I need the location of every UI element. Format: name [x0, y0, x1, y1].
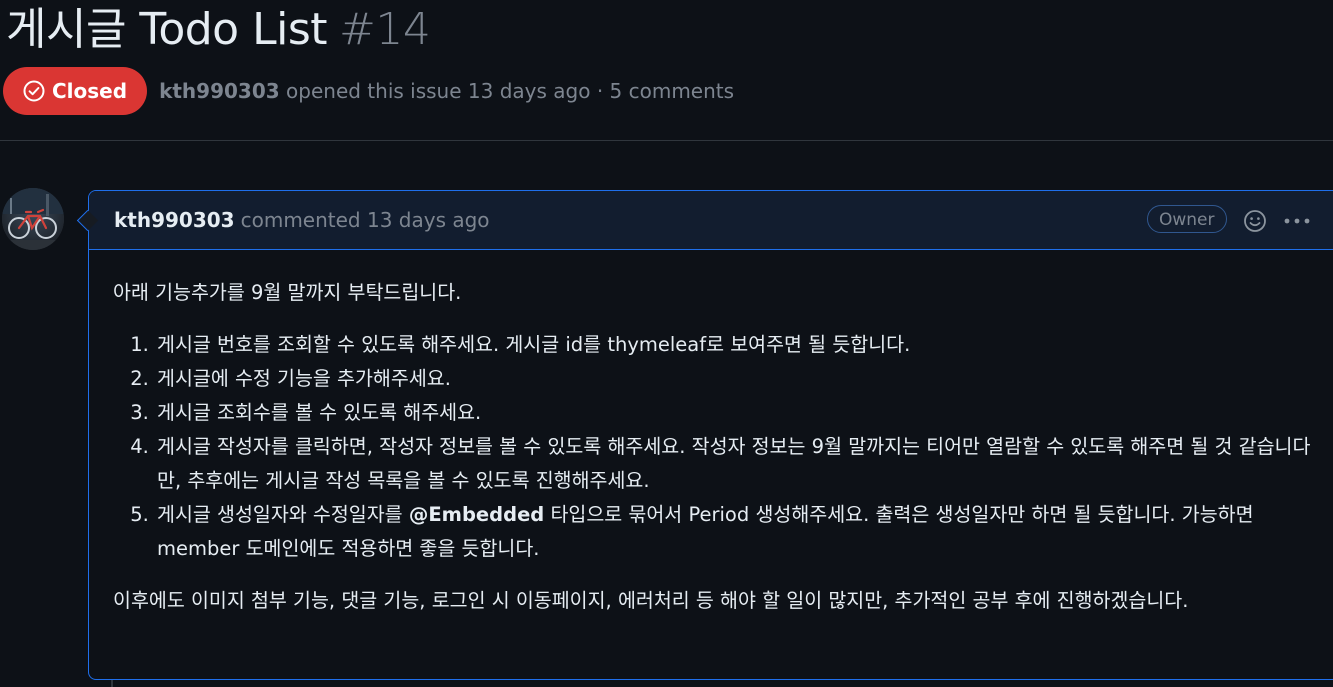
avatar[interactable]	[2, 188, 64, 250]
issue-meta: Closed kth990303 opened this issue 13 da…	[3, 67, 734, 115]
issue-comments-count: 5 comments	[609, 79, 735, 103]
header-divider	[0, 140, 1333, 141]
list-item: 게시글 조회수를 볼 수 있도록 해주세요.	[155, 396, 1325, 430]
comment-outro: 이후에도 이미지 첨부 기능, 댓글 기능, 로그인 시 이동페이지, 에러처리…	[113, 589, 1189, 612]
issue-author-link[interactable]: kth990303	[159, 79, 280, 103]
list-item: 게시글 생성일자와 수정일자를 @Embedded 타입으로 묶어서 Perio…	[155, 498, 1325, 566]
list-item-text: 게시글 생성일자와 수정일자를	[157, 503, 409, 526]
list-item-bold: @Embedded	[408, 503, 545, 526]
comment-author-link[interactable]: kth990303	[114, 208, 235, 232]
check-circle-icon	[23, 80, 45, 102]
meta-separator: ·	[596, 79, 604, 103]
comment-box: kth990303 commented 13 days ago Owner 아래…	[88, 190, 1333, 680]
comment-intro: 아래 기능추가를 9월 말까지 부탁드립니다.	[113, 281, 462, 304]
issue-number: #14	[339, 4, 431, 55]
issue-meta-text: kth990303 opened this issue 13 days ago …	[159, 79, 734, 103]
issue-title: 게시글 Todo List #14	[6, 2, 431, 58]
issue-opened-text: opened this issue 13 days ago	[286, 79, 591, 103]
issue-state-label: Closed	[52, 79, 128, 103]
issue-title-text: 게시글 Todo List	[6, 4, 328, 55]
issue-state-badge: Closed	[3, 67, 148, 115]
owner-badge: Owner	[1147, 205, 1227, 233]
comment-header: kth990303 commented 13 days ago Owner	[89, 191, 1333, 250]
smiley-icon[interactable]	[1242, 208, 1268, 234]
comment-body: 아래 기능추가를 9월 말까지 부탁드립니다. 게시글 번호를 조회할 수 있도…	[89, 250, 1333, 618]
kebab-horizontal-icon[interactable]	[1282, 208, 1312, 234]
timeline-line	[111, 680, 113, 687]
list-item: 게시글 작성자를 클릭하면, 작성자 정보를 볼 수 있도록 해주세요. 작성자…	[155, 430, 1325, 498]
comment-timestamp[interactable]: commented 13 days ago	[241, 208, 490, 232]
list-item: 게시글 번호를 조회할 수 있도록 해주세요. 게시글 id를 thymelea…	[155, 328, 1325, 362]
todo-list: 게시글 번호를 조회할 수 있도록 해주세요. 게시글 id를 thymelea…	[113, 328, 1325, 566]
list-item: 게시글에 수정 기능을 추가해주세요.	[155, 362, 1325, 396]
